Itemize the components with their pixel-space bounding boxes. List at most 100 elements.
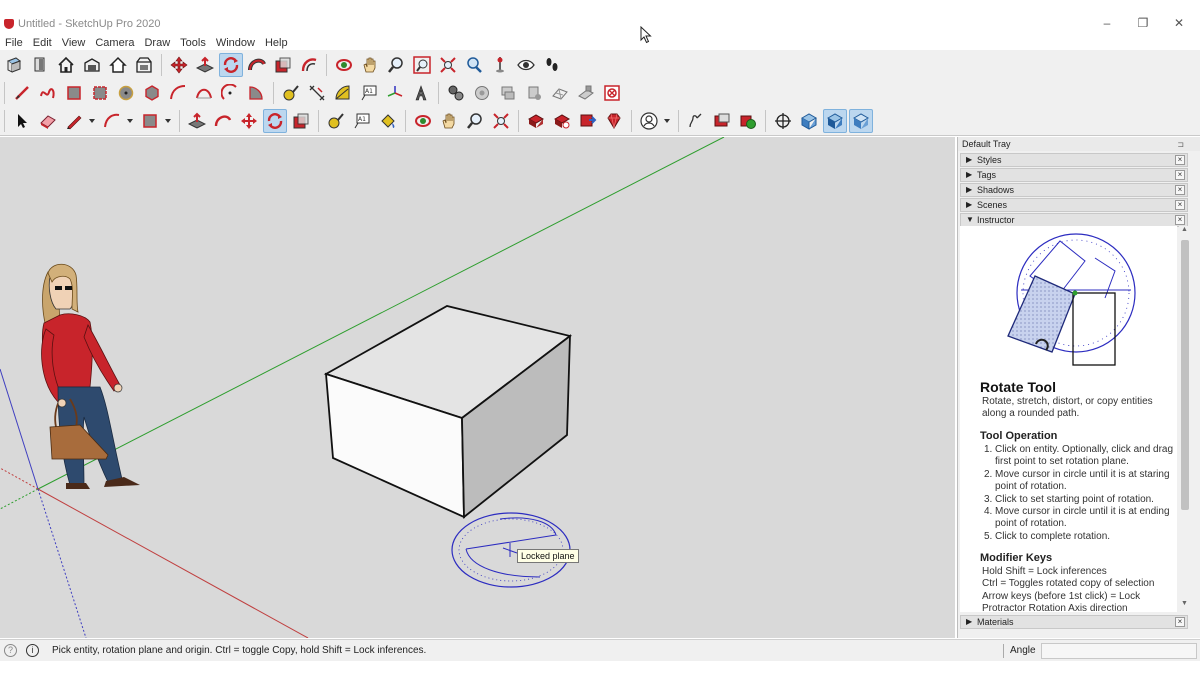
account-button[interactable]	[637, 109, 661, 133]
close-icon[interactable]: ×	[1175, 617, 1185, 627]
select-button[interactable]	[10, 109, 34, 133]
orbit-tool-button[interactable]	[411, 109, 435, 133]
zoom-button[interactable]	[384, 53, 408, 77]
panel-instructor[interactable]: ▼ Instructor ×	[960, 213, 1188, 227]
eraser-button[interactable]	[36, 109, 60, 133]
panel-styles[interactable]: ▶ Styles ×	[960, 153, 1188, 167]
scroll-down-icon[interactable]: ▼	[1181, 600, 1188, 607]
protractor-button[interactable]	[331, 81, 355, 105]
measurements-input[interactable]	[1041, 643, 1197, 659]
previous-view-button[interactable]	[462, 53, 486, 77]
extension-warehouse-button[interactable]	[550, 109, 574, 133]
scrollbar-thumb[interactable]	[1181, 240, 1189, 510]
pencil-dropdown[interactable]	[88, 109, 96, 133]
orbit-button[interactable]	[332, 53, 356, 77]
tape-measure-button[interactable]	[279, 81, 303, 105]
zoom-window-button[interactable]	[410, 53, 434, 77]
iso-view-button[interactable]	[54, 53, 78, 77]
menu-view[interactable]: View	[57, 34, 91, 50]
freehand-button[interactable]	[36, 81, 60, 105]
model-viewport[interactable]: Locked plane	[0, 137, 955, 638]
close-button[interactable]: ✕	[1169, 15, 1189, 31]
text-button[interactable]: A1	[357, 81, 381, 105]
person-figure[interactable]	[41, 263, 140, 489]
shaded-button[interactable]	[823, 109, 847, 133]
solid-button[interactable]	[736, 109, 760, 133]
section-button[interactable]	[710, 109, 734, 133]
followme-button[interactable]	[245, 53, 269, 77]
rotate-button[interactable]	[219, 53, 243, 77]
close-icon[interactable]: ×	[1175, 215, 1185, 225]
3d-warehouse-button[interactable]	[524, 109, 548, 133]
close-icon[interactable]: ×	[1175, 200, 1185, 210]
box-model[interactable]	[323, 305, 573, 519]
pie-button[interactable]	[244, 81, 268, 105]
close-icon[interactable]: ×	[1175, 170, 1185, 180]
arc-button[interactable]	[166, 81, 190, 105]
sandbox-button[interactable]	[548, 81, 572, 105]
axes-button[interactable]	[383, 81, 407, 105]
three-point-arc-button[interactable]	[218, 81, 242, 105]
front-view-button[interactable]	[106, 53, 130, 77]
stamp-button[interactable]	[574, 81, 598, 105]
dimension-button[interactable]	[305, 81, 329, 105]
move-tool-button[interactable]	[237, 109, 261, 133]
pan-button[interactable]	[358, 53, 382, 77]
section-plane-button[interactable]	[2, 53, 26, 77]
info-icon[interactable]: i	[26, 644, 39, 657]
warehouse-button[interactable]	[444, 81, 468, 105]
position-camera-button[interactable]	[488, 53, 512, 77]
shaded-textures-button[interactable]	[849, 109, 873, 133]
scale-tool-button[interactable]	[289, 109, 313, 133]
rotate-tool-button[interactable]	[263, 109, 287, 133]
rectangle-button[interactable]	[62, 81, 86, 105]
sandbox-tool-button[interactable]	[684, 109, 708, 133]
share-button[interactable]	[496, 81, 520, 105]
xray-button[interactable]	[797, 109, 821, 133]
arc-dropdown[interactable]	[126, 109, 134, 133]
paint-bucket-button[interactable]	[376, 109, 400, 133]
restore-button[interactable]: ❐	[1133, 15, 1153, 31]
close-icon[interactable]: ×	[1175, 155, 1185, 165]
pencil-button[interactable]	[62, 109, 86, 133]
shape-dropdown[interactable]	[164, 109, 172, 133]
layout-button[interactable]	[576, 109, 600, 133]
line-button[interactable]	[10, 81, 34, 105]
pushpull-tool-button[interactable]	[185, 109, 209, 133]
menu-draw[interactable]: Draw	[139, 34, 175, 50]
pan-tool-button[interactable]	[437, 109, 461, 133]
zoom-tool-button[interactable]	[463, 109, 487, 133]
followme-tool-button[interactable]	[211, 109, 235, 133]
circle-button[interactable]	[114, 81, 138, 105]
pushpull-button[interactable]	[193, 53, 217, 77]
panel-shadows[interactable]: ▶ Shadows ×	[960, 183, 1188, 197]
style-button[interactable]	[771, 109, 795, 133]
offset-button[interactable]	[297, 53, 321, 77]
extension-button[interactable]	[470, 81, 494, 105]
close-icon[interactable]: ×	[1175, 185, 1185, 195]
panel-tags[interactable]: ▶ Tags ×	[960, 168, 1188, 182]
tape-button[interactable]	[324, 109, 348, 133]
two-point-arc-button[interactable]	[192, 81, 216, 105]
zoom-extents-tool-button[interactable]	[489, 109, 513, 133]
outliner-button[interactable]	[600, 81, 624, 105]
top-view-button[interactable]	[80, 53, 104, 77]
move-button[interactable]	[167, 53, 191, 77]
text-tool-button[interactable]: A1	[350, 109, 374, 133]
zoom-extents-button[interactable]	[436, 53, 460, 77]
menu-edit[interactable]: Edit	[28, 34, 57, 50]
walk-button[interactable]	[540, 53, 564, 77]
minimize-button[interactable]: –	[1097, 15, 1117, 31]
menu-file[interactable]: File	[0, 34, 28, 50]
panel-materials[interactable]: ▶ Materials ×	[960, 615, 1188, 629]
tray-pin-icon[interactable]: ⊐	[1177, 138, 1184, 152]
rotated-rectangle-button[interactable]	[88, 81, 112, 105]
look-around-button[interactable]	[514, 53, 538, 77]
menu-window[interactable]: Window	[211, 34, 260, 50]
panel-scenes[interactable]: ▶ Scenes ×	[960, 198, 1188, 212]
instructor-scrollbar[interactable]: ▲ ▼	[1179, 226, 1191, 612]
model-info-button[interactable]	[522, 81, 546, 105]
scale-button[interactable]	[271, 53, 295, 77]
account-dropdown[interactable]	[663, 109, 671, 133]
scroll-up-icon[interactable]: ▲	[1181, 226, 1188, 233]
